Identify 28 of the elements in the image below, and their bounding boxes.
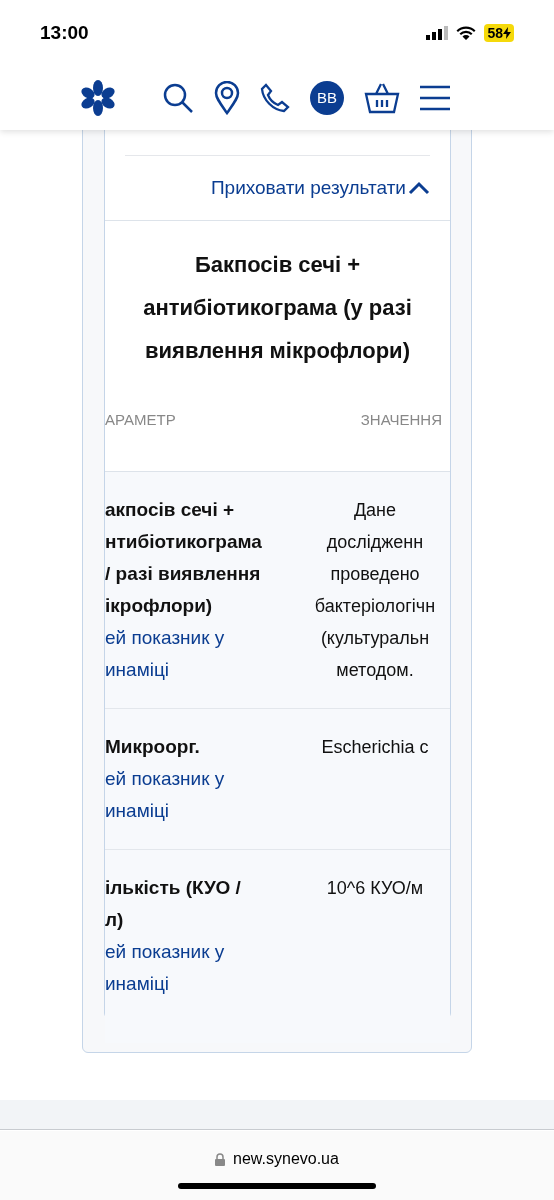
flower-logo-icon[interactable] bbox=[80, 80, 116, 116]
user-avatar[interactable]: BB bbox=[310, 81, 344, 115]
dynamics-link[interactable]: ей показник у инаміці bbox=[105, 622, 285, 686]
result-value: Escherichia c bbox=[320, 736, 430, 759]
hide-results-link[interactable]: Приховати результати bbox=[210, 173, 430, 203]
dynamics-link[interactable]: ей показник у инаміці bbox=[105, 936, 285, 1000]
wifi-icon bbox=[456, 26, 477, 40]
battery-indicator: 58 bbox=[484, 24, 514, 42]
status-time: 13:00 bbox=[40, 20, 89, 45]
parameter-name: акпосів сечі + нтибіотикограма / разі виявлення ікрофлори) bbox=[105, 498, 263, 618]
column-header: АРАМЕТР bbox=[105, 410, 176, 430]
search-icon[interactable] bbox=[162, 82, 194, 114]
chevron-up-icon bbox=[408, 181, 430, 195]
test-title: Бакпосів сечі + антибіотикограма (у разі виявлення мікрофлори) bbox=[142, 251, 413, 365]
signal-icon bbox=[426, 26, 449, 40]
parameter-name: ількість (КУО / л) bbox=[105, 876, 242, 932]
phone-icon[interactable] bbox=[260, 83, 290, 113]
column-header: ЗНАЧЕННЯ bbox=[360, 410, 442, 430]
charging-bolt-icon bbox=[503, 27, 511, 39]
location-pin-icon[interactable] bbox=[214, 81, 240, 115]
basket-icon[interactable] bbox=[364, 82, 400, 114]
menu-icon[interactable] bbox=[420, 84, 450, 112]
dynamics-link[interactable]: ей показник у инаміці bbox=[105, 763, 285, 827]
result-value: 10^6 КУО/м bbox=[325, 877, 425, 900]
parameter-name: Микроорг. bbox=[105, 735, 201, 759]
result-value: Дане дослідженн проведено бактеріологічн (культуральн методом. bbox=[313, 499, 437, 682]
url-text[interactable]: new.synevo.ua bbox=[233, 1147, 339, 1171]
lock-icon bbox=[215, 1152, 226, 1166]
